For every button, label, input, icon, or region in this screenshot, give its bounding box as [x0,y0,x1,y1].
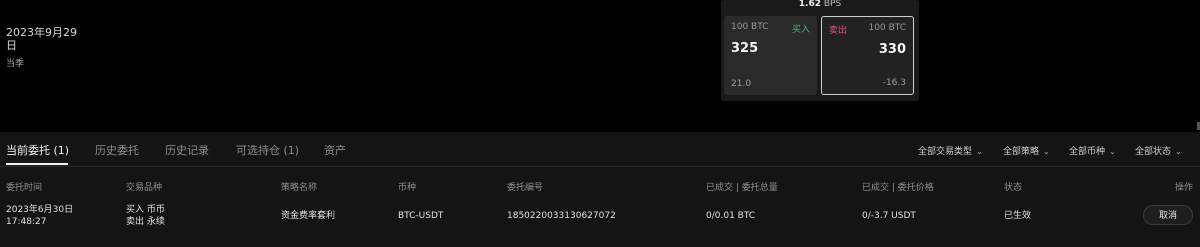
buy-tag: 买入 [791,25,810,35]
orders-panel: 当前委托 (1) 历史委托 历史记录 可选持仓 (1) 资产 全部交易类型 ⌄ 全… [0,132,1200,247]
row-time-date: 2023年6月30日 [6,205,74,215]
col-currency: 币种 [398,183,417,193]
sell-qty: 100 BTC [868,23,906,33]
col-filled-qty: 已成交 | 委托总量 [706,183,778,193]
sell-quote-card[interactable]: 卖出 100 BTC 330 -16.3 [821,16,914,95]
row-status: 已生效 [1004,211,1032,221]
buy-bottom-value: 21.0 [731,79,752,89]
row-instrument-leg2: 卖出 永续 [126,217,165,227]
tab-assets[interactable]: 资产 [324,142,346,158]
col-order-id: 委托编号 [507,183,544,193]
col-action: 操作 [1175,183,1194,193]
row-instrument-leg1: 买入 币币 [126,205,165,215]
sell-tag: 卖出 [829,26,848,36]
sell-bottom-value: -16.3 [882,78,906,88]
col-instrument: 交易品种 [126,183,163,193]
top-area: 2023年9月29日 当季 1.62 BPS 100 BTC 买入 325 21… [0,0,1200,132]
row-filled-price: 0/-3.7 USDT [862,211,916,221]
filter-status-label: 全部状态 [1135,147,1172,157]
chevron-down-icon: ⌄ [1109,147,1116,156]
row-order-id: 1850220033130627072 [507,211,616,221]
filter-status[interactable]: 全部状态 ⌄ [1135,144,1182,157]
active-tab-indicator [6,163,68,165]
filter-strategy[interactable]: 全部策略 ⌄ [1003,144,1050,157]
filter-trade-type[interactable]: 全部交易类型 ⌄ [918,144,983,157]
bps-unit: BPS [823,0,842,9]
expiry-date: 2023年9月29日 [6,26,77,52]
filter-currency-label: 全部币种 [1069,147,1106,157]
orderbook-panel: 1.62 BPS 100 BTC 买入 325 21.0 卖出 100 BTC … [721,0,919,101]
col-strategy: 策略名称 [281,183,318,193]
bps-value: 1.62 [798,0,821,9]
tab-trade-history[interactable]: 历史记录 [165,142,209,158]
row-time-clock: 17:48:27 [6,217,47,227]
cancel-order-button[interactable]: 取消 [1143,205,1193,225]
filter-trade-type-label: 全部交易类型 [918,147,973,157]
chevron-down-icon: ⌄ [976,147,983,156]
tab-optional-positions[interactable]: 可选持仓 (1) [236,142,299,158]
spread-bps: 1.62 BPS [721,0,919,9]
filter-strategy-label: 全部策略 [1003,147,1040,157]
col-status: 状态 [1004,183,1023,193]
order-tabs: 当前委托 (1) 历史委托 历史记录 可选持仓 (1) 资产 全部交易类型 ⌄ 全… [0,132,1200,167]
col-order-time: 委托时间 [6,183,43,193]
buy-qty: 100 BTC [731,22,769,32]
row-filled-qty: 0/0.01 BTC [706,211,756,221]
buy-price: 325 [731,41,759,56]
chevron-down-icon: ⌄ [1043,147,1050,156]
chevron-down-icon: ⌄ [1175,147,1182,156]
expiry-info: 2023年9月29日 当季 [6,26,86,69]
expiry-type: 当季 [6,59,25,69]
filter-currency[interactable]: 全部币种 ⌄ [1069,144,1116,157]
row-strategy: 资金费率套利 [281,211,336,221]
sell-price: 330 [878,42,906,57]
tab-current-orders[interactable]: 当前委托 (1) [6,142,69,158]
col-filled-price: 已成交 | 委托价格 [862,183,934,193]
row-currency: BTC-USDT [398,211,444,221]
tab-order-history[interactable]: 历史委托 [95,142,139,158]
buy-quote-card[interactable]: 100 BTC 买入 325 21.0 [724,16,817,95]
